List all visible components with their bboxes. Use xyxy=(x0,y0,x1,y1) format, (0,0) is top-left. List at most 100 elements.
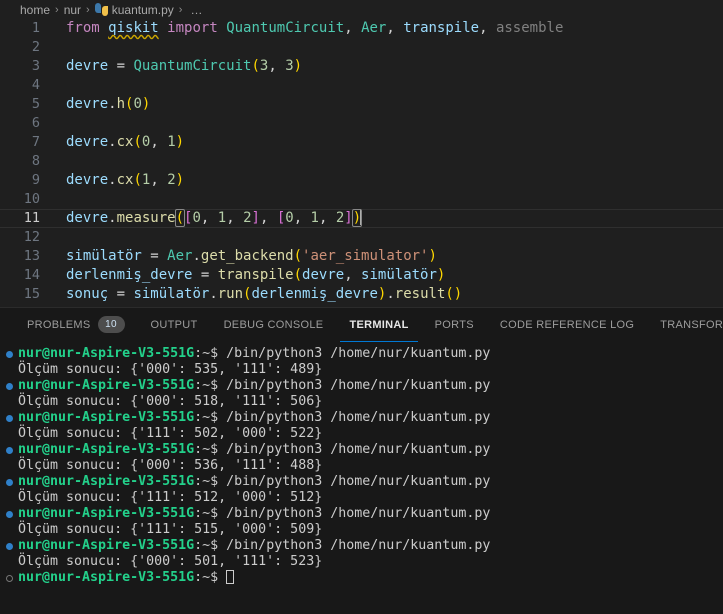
tab-debug-console-label: DEBUG CONSOLE xyxy=(223,318,324,331)
code-content: devre.measure([0, 1, 2], [0, 1, 2]) xyxy=(66,209,723,228)
terminal-output-line: Ölçüm sonucu: {'000': 535, '111': 489} xyxy=(0,362,723,378)
measurement-result-text: Ölçüm sonucu: {'111': 512, '000': 512} xyxy=(18,490,323,505)
command-decoration-success-icon xyxy=(5,350,13,358)
command-decoration-idle-icon xyxy=(5,574,13,582)
tab-terminal-label: TERMINAL xyxy=(349,318,409,331)
token-assemble-unused: assemble xyxy=(495,20,564,36)
breadcrumb-item-file[interactable]: kuantum.py xyxy=(112,3,174,17)
tab-debug-console[interactable]: DEBUG CONSOLE xyxy=(215,308,333,342)
token-var-devre: devre xyxy=(66,96,109,112)
command-decoration-success-icon xyxy=(5,478,13,486)
measurement-result-text: Ölçüm sonucu: {'000': 535, '111': 489} xyxy=(18,362,323,377)
code-content: devre.cx(0, 1) xyxy=(66,133,723,152)
code-content: simülatör = Aer.get_backend('aer_simulat… xyxy=(66,247,723,266)
code-line: 7 devre.cx(0, 1) xyxy=(0,133,723,152)
breadcrumb-separator: › xyxy=(55,3,59,16)
token-var-devre: devre xyxy=(66,58,109,74)
token-paren-open-matched: ( xyxy=(174,209,186,227)
line-number: 14 xyxy=(23,267,40,283)
line-number-active: 11 xyxy=(23,210,40,226)
terminal-prompt-path: :~$ xyxy=(194,346,219,361)
terminal-line-text: nur@nur-Aspire-V3-551G:~$ /bin/python3 /… xyxy=(18,346,723,362)
token-number: 2 xyxy=(243,210,252,226)
panel-tab-bar: PROBLEMS 10 OUTPUT DEBUG CONSOLE TERMINA… xyxy=(0,308,723,342)
terminal-prompt-path: :~$ xyxy=(194,410,219,425)
token-bracket-open: [ xyxy=(276,210,286,226)
token-var-devre: devre xyxy=(66,172,109,188)
measurement-result-text: Ölçüm sonucu: {'111': 515, '000': 509} xyxy=(18,522,323,537)
token-comma: , xyxy=(344,267,362,283)
code-line: 2 xyxy=(0,38,723,57)
tab-problems[interactable]: PROBLEMS 10 xyxy=(18,308,134,342)
terminal-prompt-path: :~$ xyxy=(194,442,219,457)
line-number: 9 xyxy=(31,172,40,188)
terminal-command-text: /bin/python3 /home/nur/kuantum.py xyxy=(218,346,491,361)
line-number: 15 xyxy=(23,286,40,302)
token-paren-close: ) xyxy=(428,248,437,264)
token-method-h: h xyxy=(116,96,126,112)
command-decoration xyxy=(0,522,18,538)
token-paren-open: ( xyxy=(133,134,142,150)
code-line: 9 devre.cx(1, 2) xyxy=(0,171,723,190)
terminal-prompt-line: nur@nur-Aspire-V3-551G:~$ /bin/python3 /… xyxy=(0,474,723,490)
token-class-aer: Aer xyxy=(167,248,193,264)
command-decoration xyxy=(0,490,18,506)
code-content: sonuç = simülatör.run(derlenmiş_devre).r… xyxy=(66,285,723,304)
command-decoration xyxy=(0,394,18,410)
measurement-result-text: Ölçüm sonucu: {'000': 518, '111': 506} xyxy=(18,394,323,409)
vscode-window: home › nur › kuantum.py › … 1 from qiski… xyxy=(0,0,723,614)
token-var-simulator: simülatör xyxy=(361,267,437,283)
tab-output[interactable]: OUTPUT xyxy=(142,308,207,342)
terminal-line-text: Ölçüm sonucu: {'111': 512, '000': 512} xyxy=(18,490,723,506)
code-content: devre.cx(1, 2) xyxy=(66,171,723,190)
command-decoration xyxy=(0,426,18,442)
terminal-prompt-user: nur@nur-Aspire-V3-551G xyxy=(18,442,195,457)
token-keyword: from xyxy=(66,20,100,36)
breadcrumb-separator: › xyxy=(178,3,183,16)
terminal-output-line: Ölçüm sonucu: {'111': 512, '000': 512} xyxy=(0,490,723,506)
tab-terminal[interactable]: TERMINAL xyxy=(340,308,418,342)
terminal-prompt-path: :~$ xyxy=(194,474,219,489)
terminal-output-line: Ölçüm sonucu: {'111': 515, '000': 509} xyxy=(0,522,723,538)
code-line-current: 11 devre.measure([0, 1, 2], [0, 1, 2]) xyxy=(0,209,723,228)
command-decoration xyxy=(0,538,18,554)
terminal-output-line: Ölçüm sonucu: {'000': 501, '111': 523} xyxy=(0,554,723,570)
tab-code-reference-log[interactable]: CODE REFERENCE LOG xyxy=(491,308,643,342)
command-decoration xyxy=(0,474,18,490)
terminal-prompt-line: nur@nur-Aspire-V3-551G:~$ xyxy=(0,570,723,586)
breadcrumb-item-nur[interactable]: nur xyxy=(64,3,81,17)
token-comma: , xyxy=(386,20,404,36)
breadcrumb-item-home[interactable]: home xyxy=(20,3,50,17)
token-var-derlenmis-devre: derlenmiş_devre xyxy=(251,286,378,302)
token-fn-transpile: transpile xyxy=(217,267,294,283)
code-line: 10 xyxy=(0,190,723,209)
token-paren-close: ) xyxy=(141,96,151,112)
tab-ports[interactable]: PORTS xyxy=(426,308,483,342)
token-string-aer-simulator: 'aer_simulator' xyxy=(302,248,429,264)
token-comma: , xyxy=(150,134,168,150)
breadcrumb-ellipsis[interactable]: … xyxy=(190,3,202,17)
terminal-output[interactable]: nur@nur-Aspire-V3-551G:~$ /bin/python3 /… xyxy=(0,342,723,614)
token-paren-close: ) xyxy=(175,134,185,150)
token-assign: = xyxy=(192,267,218,283)
code-content: derlenmiş_devre = transpile(devre, simül… xyxy=(66,266,723,285)
code-editor[interactable]: 1 from qiskit import QuantumCircuit, Aer… xyxy=(0,19,723,307)
command-decoration xyxy=(0,554,18,570)
token-dot: . xyxy=(108,96,117,112)
command-decoration-success-icon xyxy=(5,446,13,454)
terminal-command-text: /bin/python3 /home/nur/kuantum.py xyxy=(218,410,491,425)
token-paren-close: ) xyxy=(175,172,185,188)
terminal-output-line: Ölçüm sonucu: {'000': 518, '111': 506} xyxy=(0,394,723,410)
token-dot: . xyxy=(108,134,117,150)
text-cursor xyxy=(360,209,362,225)
token-var-devre: devre xyxy=(66,134,109,150)
token-var-simulator: simülatör xyxy=(133,286,210,302)
terminal-prompt-line: nur@nur-Aspire-V3-551G:~$ /bin/python3 /… xyxy=(0,442,723,458)
token-number: 1 xyxy=(310,210,319,226)
token-comma: , xyxy=(200,210,218,226)
terminal-line-text: nur@nur-Aspire-V3-551G:~$ xyxy=(18,570,723,586)
token-method-measure: measure xyxy=(116,210,176,226)
code-line: 14 derlenmiş_devre = transpile(devre, si… xyxy=(0,266,723,285)
tab-transformation-hub[interactable]: TRANSFORMATION HUB xyxy=(651,308,723,342)
token-class-aer: Aer xyxy=(361,20,387,36)
